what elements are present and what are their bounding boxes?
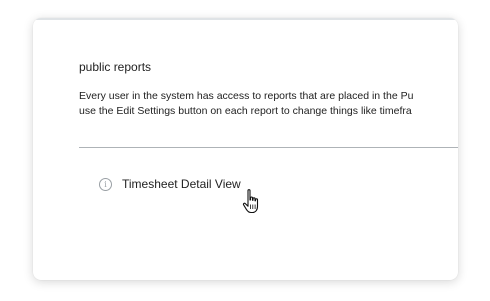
page: public reports Every user in the system … bbox=[0, 0, 490, 301]
description-line-2: use the Edit Settings button on each rep… bbox=[79, 105, 412, 117]
description-line-1: Every user in the system has access to r… bbox=[79, 90, 414, 102]
info-icon[interactable]: i bbox=[99, 177, 112, 191]
section-description: Every user in the system has access to r… bbox=[79, 89, 458, 119]
panel-top-border bbox=[33, 18, 458, 20]
report-item-timesheet-detail-view[interactable]: i Timesheet Detail View bbox=[99, 177, 241, 191]
report-link-label[interactable]: Timesheet Detail View bbox=[122, 177, 241, 191]
divider bbox=[79, 147, 458, 148]
hand-pointer-icon bbox=[242, 189, 259, 214]
public-reports-panel: public reports Every user in the system … bbox=[33, 18, 458, 280]
section-title: public reports bbox=[79, 60, 152, 74]
